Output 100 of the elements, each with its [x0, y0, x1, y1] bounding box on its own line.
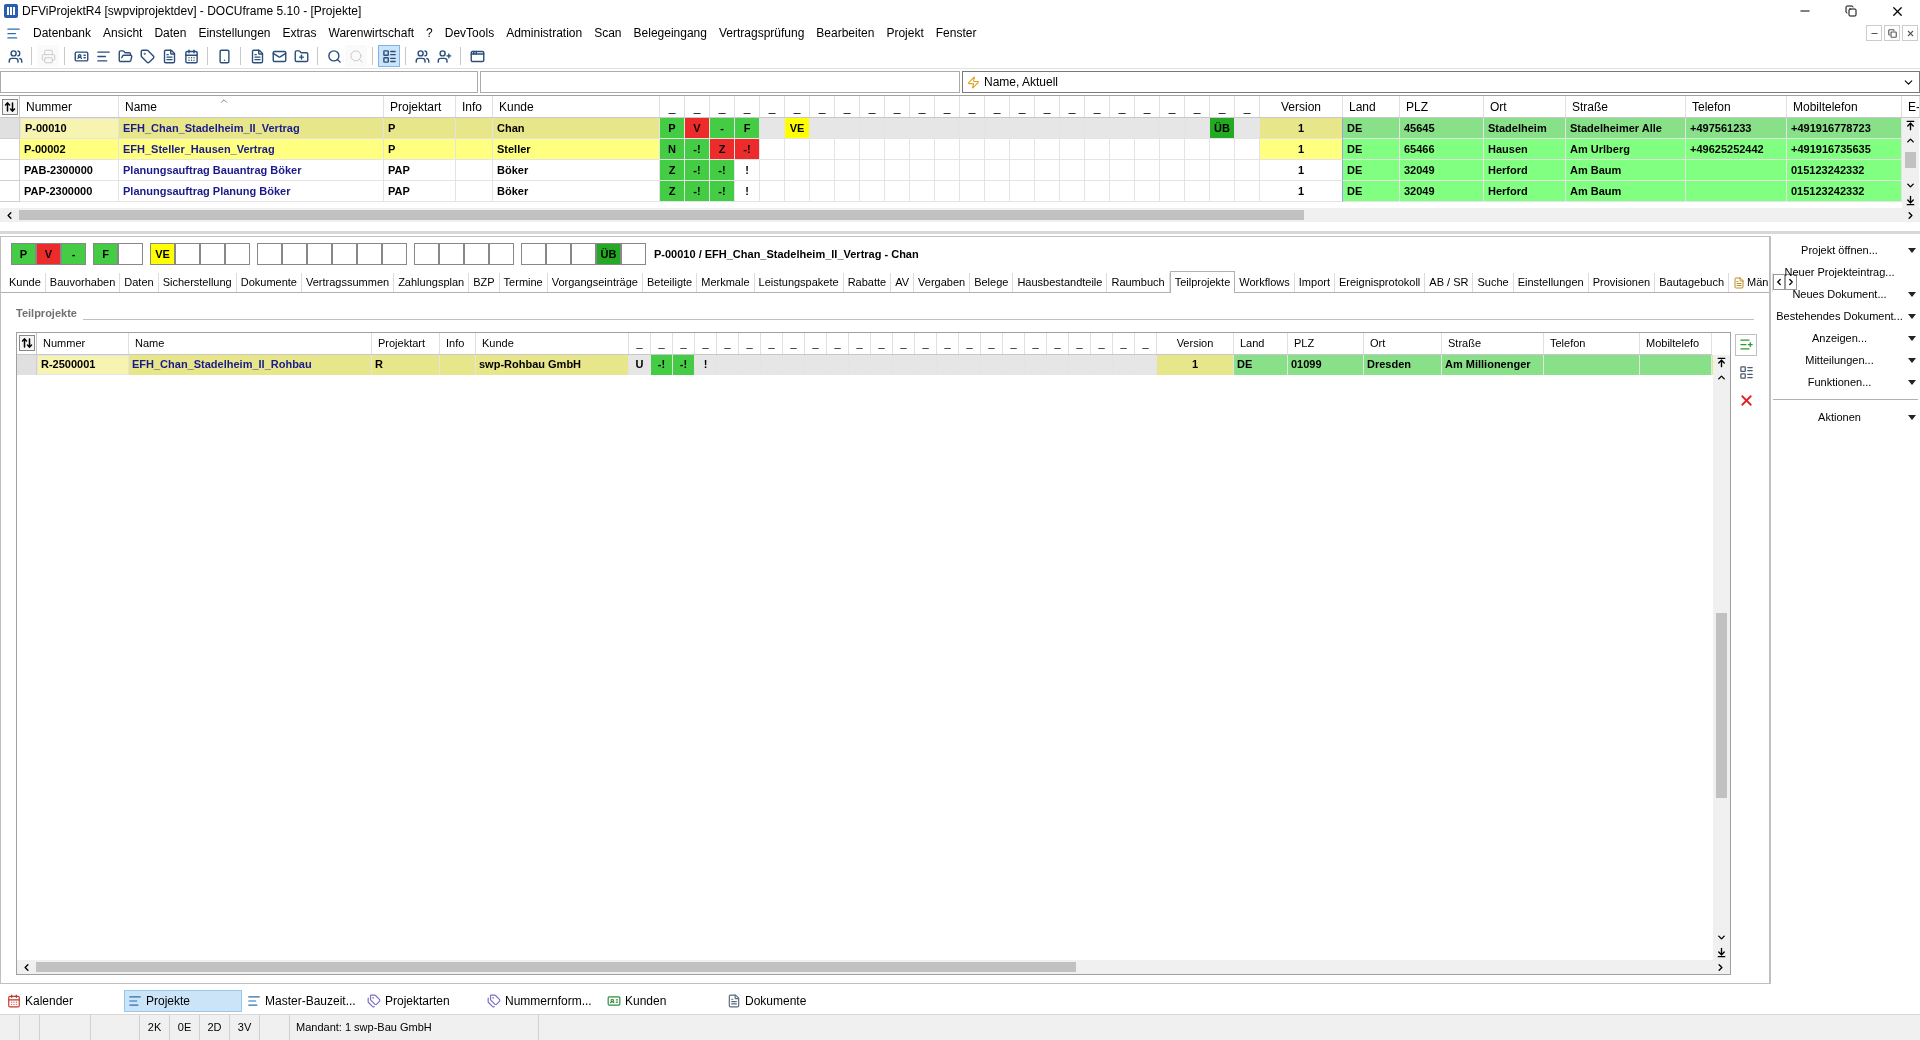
- column-header[interactable]: _: [718, 97, 726, 116]
- table-row[interactable]: PAB-2300000 Planungsauftrag Bauantrag Böker PAP Böker Z -! -! ! 1 DE 32049 Herford Am Baum 015123242332: [0, 160, 1902, 181]
- action-menu-item[interactable]: Anzeigen...: [1771, 327, 1920, 349]
- tab[interactable]: Import: [1294, 273, 1335, 292]
- column-header[interactable]: _: [1054, 334, 1061, 352]
- tab[interactable]: AB / SR: [1425, 273, 1474, 292]
- column-header[interactable]: _: [1076, 334, 1083, 352]
- tab[interactable]: Män: [1729, 273, 1774, 292]
- scroll-thumb[interactable]: [19, 210, 1304, 220]
- column-header[interactable]: Land: [1349, 97, 1376, 116]
- column-header[interactable]: _: [693, 97, 701, 116]
- column-header[interactable]: _: [658, 334, 665, 352]
- horizontal-scrollbar[interactable]: [0, 208, 1920, 222]
- column-header[interactable]: _: [966, 334, 973, 352]
- nav-tab[interactable]: Projekte: [124, 990, 242, 1012]
- tab[interactable]: Belege: [970, 273, 1014, 292]
- menu-item[interactable]: DevTools: [438, 23, 501, 43]
- tab-scroll-left-button[interactable]: [1773, 274, 1786, 290]
- column-header[interactable]: _: [1093, 97, 1101, 116]
- column-header[interactable]: _: [793, 97, 801, 116]
- column-header[interactable]: Info: [446, 334, 465, 352]
- tab[interactable]: BZP: [469, 273, 500, 292]
- tab[interactable]: Raumbuch: [1107, 273, 1170, 292]
- column-header[interactable]: _: [878, 334, 885, 352]
- action-menu-item[interactable]: Neuer Projekteintrag...: [1771, 261, 1920, 283]
- tab[interactable]: Ereignisprotokoll: [1335, 273, 1426, 292]
- nav-tab[interactable]: Kunden: [604, 990, 722, 1012]
- column-header[interactable]: _: [724, 334, 731, 352]
- tab[interactable]: Bautagebuch: [1655, 273, 1730, 292]
- tab[interactable]: Leistungspakete: [754, 273, 844, 292]
- toolbar-button[interactable]: [378, 45, 400, 67]
- column-header[interactable]: _: [1068, 97, 1076, 116]
- sort-dropdown[interactable]: Name, Aktuell: [962, 71, 1920, 93]
- menu-item[interactable]: Ansicht: [97, 23, 149, 43]
- column-header[interactable]: _: [1018, 97, 1026, 116]
- tab[interactable]: Zahlungsplan: [394, 273, 470, 292]
- column-header[interactable]: _: [1120, 334, 1127, 352]
- column-header[interactable]: _: [893, 97, 901, 116]
- tab[interactable]: Bauvorhaben: [45, 273, 121, 292]
- nav-tab[interactable]: Kalender: [4, 990, 122, 1012]
- column-header[interactable]: _: [702, 334, 709, 352]
- column-header[interactable]: Nummer: [43, 334, 86, 352]
- tab[interactable]: Sicherstellung: [158, 273, 237, 292]
- nav-tab[interactable]: Master-Bauzeit...: [244, 990, 362, 1012]
- tab[interactable]: Daten: [120, 273, 159, 292]
- action-menu-item[interactable]: Bestehendes Dokument...: [1771, 305, 1920, 327]
- menu-item[interactable]: Fenster: [929, 23, 983, 43]
- column-header[interactable]: Telefon: [1692, 97, 1731, 116]
- column-header[interactable]: Version: [1176, 334, 1214, 352]
- column-header[interactable]: _: [834, 334, 841, 352]
- nav-tab[interactable]: Dokumente: [724, 990, 842, 1012]
- table-row[interactable]: PAP-2300000 Planungsauftrag Planung Böker PAP Böker Z -! -! ! 1 DE 32049 Herford Am Baum 015123242332: [0, 181, 1902, 202]
- filter-field[interactable]: [480, 71, 960, 93]
- tab[interactable]: Suche: [1473, 273, 1514, 292]
- menu-item[interactable]: Warenwirtschaft: [322, 23, 421, 43]
- column-header[interactable]: _: [918, 97, 926, 116]
- menu-item[interactable]: Administration: [500, 23, 589, 43]
- column-header[interactable]: _: [988, 334, 995, 352]
- action-menu-item[interactable]: Neues Dokument...: [1771, 283, 1920, 305]
- column-header[interactable]: Mobiltelefon: [1793, 97, 1858, 116]
- scroll-thumb[interactable]: [36, 962, 1076, 972]
- column-header[interactable]: _: [968, 97, 976, 116]
- column-header[interactable]: Kunde: [499, 97, 534, 116]
- tab[interactable]: Teilprojekte: [1169, 271, 1236, 293]
- column-header[interactable]: Nummer: [26, 97, 72, 116]
- restore-button[interactable]: [1884, 25, 1900, 41]
- row-sort-button[interactable]: [18, 335, 35, 351]
- column-header[interactable]: Land: [1240, 334, 1265, 352]
- scroll-thumb[interactable]: [1905, 152, 1916, 168]
- action-menu-item[interactable]: Funktionen...: [1771, 371, 1920, 393]
- tab[interactable]: Termine: [499, 273, 548, 292]
- close-button[interactable]: [1902, 25, 1918, 41]
- column-header[interactable]: _: [1193, 97, 1201, 116]
- action-menu-item[interactable]: Aktionen: [1771, 406, 1920, 428]
- menu-item[interactable]: Bearbeiten: [810, 23, 881, 43]
- tab[interactable]: AV: [891, 273, 915, 292]
- column-header[interactable]: _: [922, 334, 929, 352]
- column-header[interactable]: _: [636, 334, 643, 352]
- column-header[interactable]: Projektart: [390, 97, 442, 116]
- horizontal-scrollbar[interactable]: [17, 960, 1730, 974]
- column-header[interactable]: PLZ: [1294, 334, 1315, 352]
- nav-tab[interactable]: Projektarten: [364, 990, 482, 1012]
- menu-item[interactable]: Projekt: [880, 23, 930, 43]
- column-header[interactable]: _: [680, 334, 687, 352]
- column-header[interactable]: _: [1098, 334, 1105, 352]
- column-header[interactable]: _: [818, 97, 826, 116]
- tab[interactable]: Vergaben: [914, 273, 971, 292]
- menu-item[interactable]: Belegeingang: [627, 23, 713, 43]
- column-header[interactable]: Telefon: [1550, 334, 1586, 352]
- column-header[interactable]: _: [812, 334, 819, 352]
- vertical-scrollbar[interactable]: [1902, 118, 1919, 208]
- tab[interactable]: Kunde: [5, 273, 46, 292]
- vertical-scrollbar[interactable]: [1713, 354, 1730, 960]
- column-header[interactable]: Mobiltelefo: [1646, 334, 1700, 352]
- column-header[interactable]: _: [668, 97, 676, 116]
- column-header[interactable]: _: [843, 97, 851, 116]
- column-header[interactable]: PLZ: [1406, 97, 1428, 116]
- scroll-thumb[interactable]: [1716, 612, 1727, 798]
- column-header[interactable]: _: [1142, 334, 1149, 352]
- table-row[interactable]: P-00010 EFH_Chan_Stadelheim_II_Vertrag P Chan P V - F VE ÜB 1 DE 45645 Stadelheim Stadelheimer Alle +497561233 +491916778723: [0, 118, 1902, 139]
